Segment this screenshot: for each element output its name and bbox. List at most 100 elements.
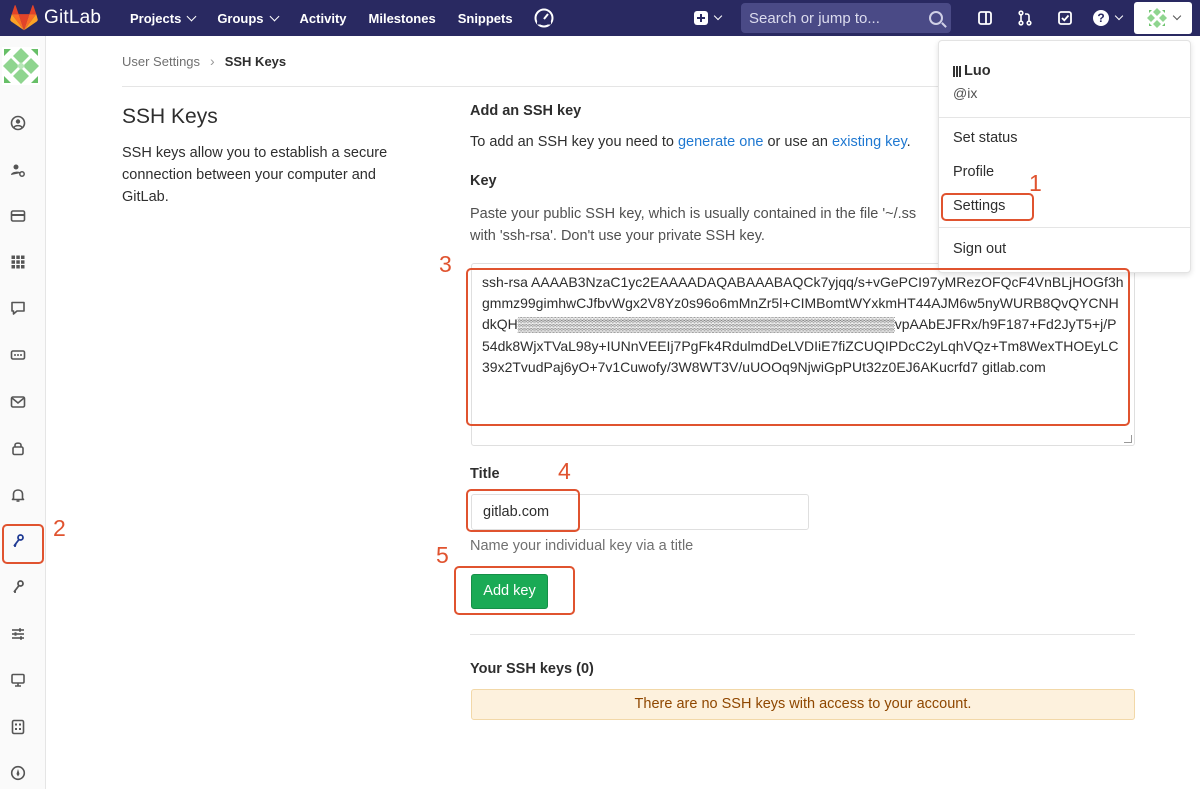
bell-icon xyxy=(11,489,25,502)
annotation-box-key xyxy=(466,268,1130,426)
nav-activity-label: Activity xyxy=(299,10,347,26)
page-description: SSH keys allow you to establish a secure… xyxy=(122,145,388,205)
new-item-button[interactable] xyxy=(694,11,723,25)
merge-request-icon xyxy=(1018,10,1032,26)
intro-text: . xyxy=(906,134,911,150)
add-key-heading: Add an SSH key xyxy=(470,103,582,119)
sidebar-item-gpg-keys[interactable] xyxy=(8,577,28,597)
sidebar-item-chat[interactable] xyxy=(8,298,28,318)
comment-icon xyxy=(11,301,25,315)
no-keys-alert: There are no SSH keys with access to you… xyxy=(471,689,1135,720)
search-input[interactable]: Search or jump to... xyxy=(741,3,951,33)
help-icon: ? xyxy=(1093,10,1109,26)
user-circle-icon xyxy=(10,115,26,131)
sidebar-item-usage-quotas[interactable] xyxy=(8,763,28,783)
sidebar-panel-icon xyxy=(978,11,992,25)
help-button[interactable]: ? xyxy=(1093,10,1124,26)
nav-milestones-label: Milestones xyxy=(368,10,436,26)
search-placeholder: Search or jump to... xyxy=(749,9,880,27)
sidebar-item-active-sessions[interactable] xyxy=(8,670,28,690)
credit-card-icon xyxy=(10,210,26,222)
sidebar-item-password[interactable] xyxy=(8,438,28,458)
todo-check-icon xyxy=(1058,11,1072,25)
username-text: Luo xyxy=(964,63,991,79)
performance-gauge-icon[interactable] xyxy=(533,7,555,29)
nav-activity[interactable]: Activity xyxy=(300,11,347,26)
nav-snippets-label: Snippets xyxy=(457,10,513,26)
sidebar-item-profile[interactable] xyxy=(8,113,28,133)
key-label: Key xyxy=(470,173,497,189)
gitlab-home-link[interactable]: GitLab xyxy=(10,5,118,31)
avatar-identicon-icon xyxy=(1146,7,1168,29)
chevron-down-icon xyxy=(713,11,723,21)
nav-milestones[interactable]: Milestones xyxy=(369,11,436,26)
redacted-pixels xyxy=(953,65,962,77)
sidebar-item-account[interactable] xyxy=(8,160,28,180)
intro-text: To add an SSH key you need to xyxy=(470,134,678,150)
sidebar-item-preferences[interactable] xyxy=(8,624,28,644)
chevron-down-icon xyxy=(1172,11,1182,21)
dropdown-username: Luo xyxy=(953,63,991,79)
title-label: Title xyxy=(470,466,500,482)
sidebar-item-access-tokens[interactable] xyxy=(8,345,28,365)
chevron-down-icon xyxy=(269,11,279,21)
grid-apps-icon xyxy=(11,255,25,269)
title-help-text: Name your individual key via a title xyxy=(470,538,694,554)
annotation-number-1: 1 xyxy=(1029,170,1042,196)
breadcrumb-user-settings[interactable]: User Settings xyxy=(122,54,200,69)
annotation-box-ssh-keys xyxy=(2,524,44,564)
top-navbar: GitLab Projects Groups Activity Mileston… xyxy=(0,0,1200,36)
compass-icon xyxy=(10,765,26,781)
lock-icon xyxy=(12,442,24,456)
divider xyxy=(939,117,1190,118)
todos-button[interactable] xyxy=(1055,8,1075,28)
envelope-icon xyxy=(10,396,26,408)
key-outline-icon xyxy=(13,580,24,593)
divider xyxy=(470,634,1135,635)
breadcrumb: User Settings › SSH Keys xyxy=(122,53,286,69)
annotation-number-3: 3 xyxy=(439,251,452,277)
user-avatar-button[interactable] xyxy=(1134,2,1192,34)
sidebar-item-authentication-log[interactable] xyxy=(8,717,28,737)
brand-name: GitLab xyxy=(44,7,102,28)
monitor-icon xyxy=(11,673,25,687)
annotation-number-2: 2 xyxy=(53,515,66,541)
add-key-intro: To add an SSH key you need to generate o… xyxy=(470,134,911,150)
sidebar-item-emails[interactable] xyxy=(8,392,28,412)
user-gear-icon xyxy=(11,164,25,177)
annotation-box-settings xyxy=(941,193,1034,221)
menu-item-set-status[interactable]: Set status xyxy=(953,130,1017,146)
list-table-icon xyxy=(11,719,25,735)
divider xyxy=(939,227,1190,228)
intro-text: or use an xyxy=(763,134,832,150)
nav-snippets[interactable]: Snippets xyxy=(458,11,513,26)
nav-projects[interactable]: Projects xyxy=(130,11,197,26)
sidebar-item-notifications[interactable] xyxy=(8,485,28,505)
settings-sidebar xyxy=(0,36,46,789)
chevron-down-icon xyxy=(1114,11,1124,21)
your-ssh-keys-heading: Your SSH keys (0) xyxy=(470,661,594,677)
dropdown-handle: @ix xyxy=(953,85,978,101)
user-dropdown-menu: Luo @ix Set status Profile Settings Sign… xyxy=(938,40,1191,273)
user-avatar[interactable] xyxy=(2,47,40,85)
sidebar-item-billing[interactable] xyxy=(8,206,28,226)
token-icon xyxy=(10,350,26,360)
annotation-number-4: 4 xyxy=(558,458,571,484)
menu-item-profile[interactable]: Profile xyxy=(953,164,994,180)
chevron-down-icon xyxy=(186,11,197,21)
gitlab-logo-icon xyxy=(10,5,38,31)
plus-square-icon xyxy=(694,11,708,25)
breadcrumb-current[interactable]: SSH Keys xyxy=(225,54,286,69)
annotation-number-5: 5 xyxy=(436,542,449,568)
issues-button[interactable] xyxy=(975,8,995,28)
existing-key-link[interactable]: existing key xyxy=(832,134,907,150)
generate-one-link[interactable]: generate one xyxy=(678,134,763,150)
resize-handle-icon[interactable] xyxy=(1124,435,1132,443)
merge-requests-button[interactable] xyxy=(1015,8,1035,28)
menu-item-sign-out[interactable]: Sign out xyxy=(953,241,1006,257)
annotation-box-add-key xyxy=(454,566,575,615)
sidebar-item-applications[interactable] xyxy=(8,252,28,272)
nav-groups[interactable]: Groups xyxy=(217,11,279,26)
chevron-right-icon: › xyxy=(210,53,215,69)
page-title: SSH Keys xyxy=(122,105,218,128)
